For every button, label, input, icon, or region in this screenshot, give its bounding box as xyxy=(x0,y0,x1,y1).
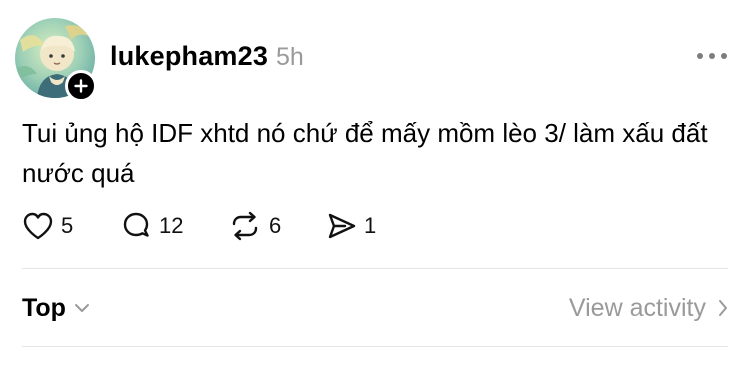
more-options-button[interactable] xyxy=(692,40,732,72)
more-horizontal-icon xyxy=(697,53,727,59)
reply-count: 12 xyxy=(159,213,184,238)
divider xyxy=(22,346,728,347)
chevron-right-icon xyxy=(719,300,727,316)
view-activity-label: View activity xyxy=(568,294,706,322)
post-actions: 5 12 6 1 xyxy=(22,207,385,245)
sort-replies-dropdown[interactable]: Top xyxy=(22,290,90,326)
share-count: 1 xyxy=(364,213,377,238)
divider xyxy=(22,268,728,269)
heart-icon xyxy=(23,212,53,240)
like-button[interactable]: 5 xyxy=(22,207,120,245)
like-count: 5 xyxy=(61,213,74,238)
post-body-text: Tui ủng hộ IDF xhtd nó chứ để mấy mồm lè… xyxy=(22,118,708,188)
view-activity-link[interactable]: View activity xyxy=(569,290,728,326)
author-username[interactable]: lukepham23 xyxy=(110,40,268,72)
plus-icon xyxy=(74,79,88,93)
author-avatar-container xyxy=(15,18,97,102)
share-button[interactable]: 1 xyxy=(325,207,385,245)
reply-button[interactable]: 12 xyxy=(120,207,228,245)
sort-label: Top xyxy=(22,294,66,322)
threads-post: lukepham23 5h Tui ủng hộ IDF xhtd nó chứ… xyxy=(0,0,750,371)
repost-icon xyxy=(232,211,258,241)
repost-button[interactable]: 6 xyxy=(228,207,325,245)
post-timestamp: 5h xyxy=(276,43,304,71)
comment-icon xyxy=(123,212,149,237)
repost-count: 6 xyxy=(269,213,282,238)
chevron-down-icon xyxy=(74,304,89,312)
follow-button[interactable] xyxy=(65,70,97,102)
send-icon xyxy=(328,213,356,239)
